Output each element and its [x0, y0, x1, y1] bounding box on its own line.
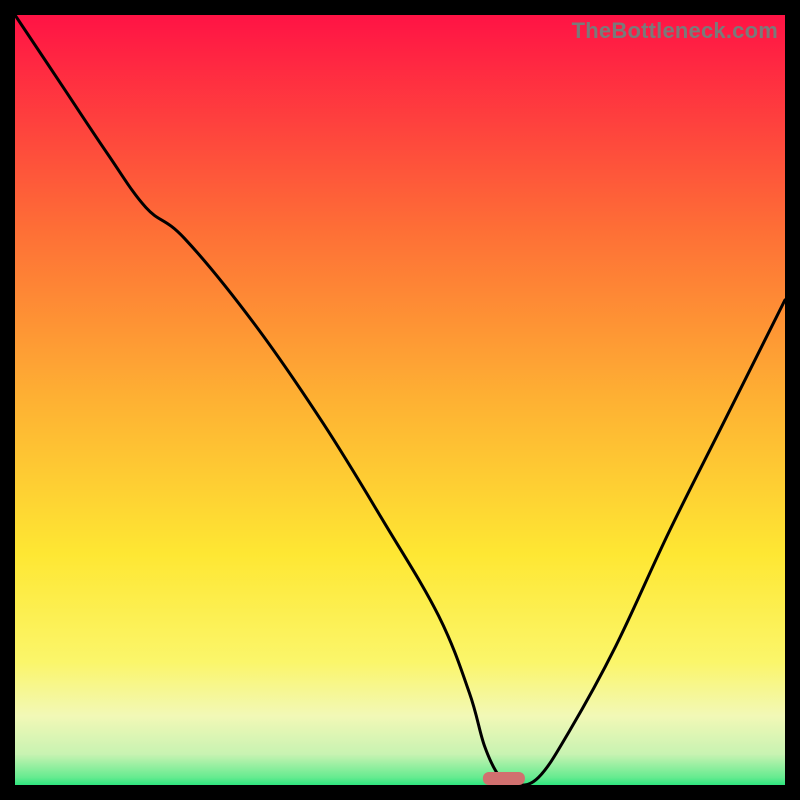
plot-area: [15, 15, 785, 785]
watermark-text: TheBottleneck.com: [572, 18, 778, 44]
chart-frame: TheBottleneck.com: [0, 0, 800, 800]
minimum-marker: [483, 772, 525, 785]
gradient-background: [15, 15, 785, 785]
chart-svg: [15, 15, 785, 785]
